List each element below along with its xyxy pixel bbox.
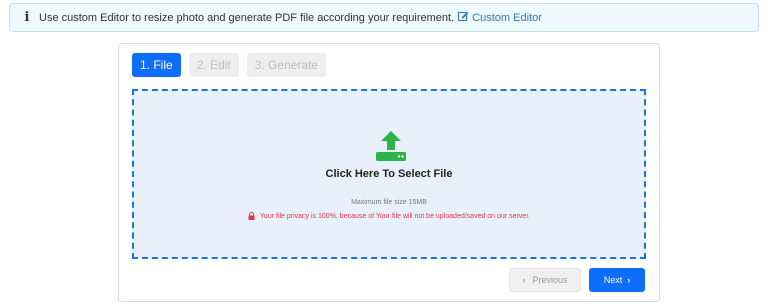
previous-button-label: Previous xyxy=(532,275,568,285)
privacy-note-text: Your file privacy is 100%, because of Yo… xyxy=(259,212,531,220)
max-file-size-note: Maximum file size 15MB xyxy=(351,199,427,206)
tab-file[interactable]: 1. File xyxy=(132,53,181,77)
tab-edit[interactable]: 2. Edit xyxy=(188,53,239,77)
step-tabs: 1. File 2. Edit 3. Generate xyxy=(132,53,334,77)
chevron-left-icon: ‹ xyxy=(522,275,526,285)
custom-editor-link-label: Custom Editor xyxy=(472,11,542,24)
edit-icon xyxy=(458,11,469,24)
info-alert: i Use custom Editor to resize photo and … xyxy=(9,3,759,32)
select-file-title: Click Here To Select File xyxy=(325,168,453,180)
file-dropzone[interactable]: Click Here To Select File Maximum file s… xyxy=(132,89,646,259)
upload-icon xyxy=(376,131,406,161)
next-button-label: Next xyxy=(603,275,623,285)
next-button[interactable]: Next › xyxy=(589,268,645,292)
custom-editor-link[interactable]: Custom Editor xyxy=(458,11,542,24)
privacy-note: Your file privacy is 100%, because of Yo… xyxy=(134,212,644,220)
chevron-right-icon: › xyxy=(627,275,631,285)
upload-card: 1. File 2. Edit 3. Generate Click Here T… xyxy=(118,43,660,302)
info-icon: i xyxy=(24,10,30,25)
lock-icon xyxy=(248,212,255,220)
previous-button[interactable]: ‹ Previous xyxy=(509,268,581,292)
tab-generate[interactable]: 3. Generate xyxy=(246,53,327,77)
info-message: Use custom Editor to resize photo and ge… xyxy=(39,11,455,24)
